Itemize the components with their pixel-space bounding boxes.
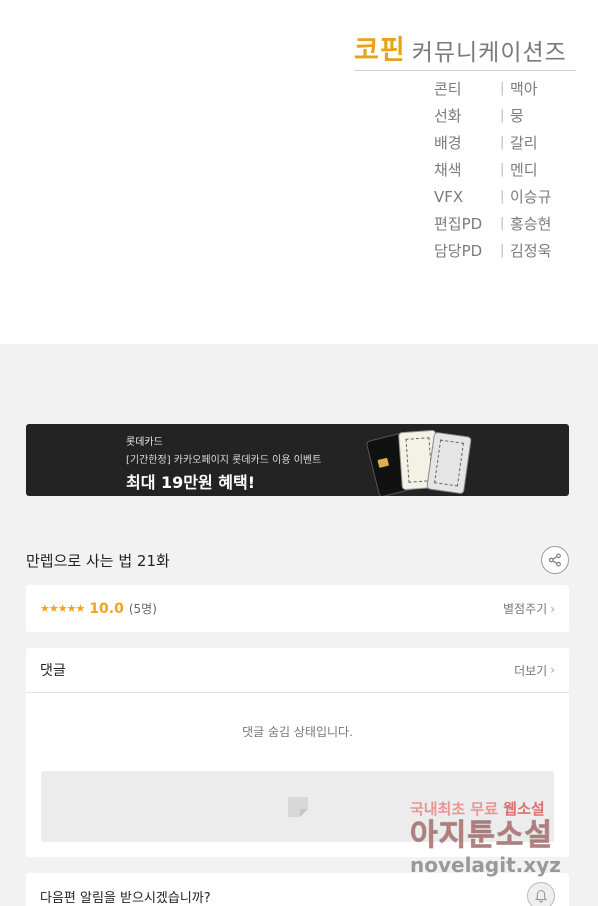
star-rating-icon: ★★★★★: [40, 602, 85, 615]
studio-brand: 코핀: [354, 35, 406, 66]
bell-icon: [534, 889, 548, 903]
episode-title: 만렙으로 사는 법 21화: [26, 551, 170, 570]
credit-role: VFX: [434, 187, 464, 206]
credit-row: 편집PD | 홍승현: [434, 210, 574, 237]
sketch-card-image: [426, 431, 472, 495]
chevron-right-icon: ›: [550, 601, 555, 616]
comments-header: 댓글 더보기 ›: [26, 648, 569, 693]
credit-name: 이승규: [510, 188, 552, 206]
chevron-right-icon: ›: [550, 663, 555, 677]
credit-name: 홍승현: [510, 215, 552, 233]
credit-role: 편집PD: [434, 215, 483, 233]
studio-name: 커뮤니케이션즈: [411, 40, 567, 66]
rating-card: ★★★★★ 10.0 (5명) 별점주기 ›: [26, 585, 569, 632]
credit-separator: |: [500, 216, 505, 231]
credit-role: 배경: [434, 134, 462, 152]
credit-name: 맥아: [510, 80, 538, 98]
rate-label: 별점주기: [503, 602, 548, 616]
promo-banner[interactable]: 롯데카드 [기간한정] 카카오페이지 롯데카드 이용 이벤트 최대 19만원 혜…: [26, 424, 569, 496]
rating-summary: ★★★★★ 10.0 (5명): [40, 600, 157, 617]
credit-row: 콘티 | 맥아: [434, 75, 574, 102]
credit-row: 배경 | 갈리: [434, 129, 574, 156]
credit-separator: |: [500, 135, 505, 150]
credit-name: 김정욱: [510, 242, 552, 260]
more-label: 더보기: [514, 663, 548, 678]
credit-separator: |: [500, 108, 505, 123]
credit-name: 뭉: [510, 107, 524, 125]
comments-more-button[interactable]: 더보기 ›: [514, 662, 555, 679]
banner-brand: 롯데카드: [126, 437, 163, 448]
notify-question: 다음편 알림을 받으시겠습니까?: [40, 891, 211, 906]
credit-role: 선화: [434, 107, 462, 125]
credits-panel: 코핀 커뮤니케이션즈 콘티 | 맥아 선화 | 뭉 배경 | 갈리 채색 | 멘…: [0, 0, 598, 344]
episode-header: 만렙으로 사는 법 21화: [26, 544, 569, 576]
credit-separator: |: [500, 243, 505, 258]
rate-button[interactable]: 별점주기 ›: [503, 600, 555, 617]
credit-separator: |: [500, 162, 505, 177]
comments-hidden-message: 댓글 숨김 상태입니다.: [242, 725, 353, 739]
credit-separator: |: [500, 81, 505, 96]
credit-role: 콘티: [434, 80, 462, 98]
comment-placeholder-icon: [287, 796, 308, 817]
credit-role: 채색: [434, 161, 462, 179]
comments-card: 댓글 더보기 › 댓글 숨김 상태입니다.: [26, 648, 569, 857]
share-button[interactable]: [541, 546, 569, 574]
comments-title: 댓글: [40, 663, 66, 679]
studio-underline: [354, 70, 576, 71]
notify-toggle-button[interactable]: [527, 882, 555, 906]
credit-row: VFX | 이승규: [434, 183, 574, 210]
banner-subtitle: [기간한정] 카카오페이지 롯데카드 이용 이벤트: [126, 455, 322, 466]
credit-row: 담당PD | 김정욱: [434, 237, 574, 264]
share-icon: [548, 553, 561, 567]
credit-row: 채색 | 멘디: [434, 156, 574, 183]
studio-logo: 코핀 커뮤니케이션즈: [354, 28, 576, 71]
next-episode-notification: 다음편 알림을 받으시겠습니까?: [26, 873, 569, 906]
credit-list: 콘티 | 맥아 선화 | 뭉 배경 | 갈리 채색 | 멘디 VFX | 이승규…: [434, 75, 574, 264]
credit-separator: |: [500, 189, 505, 204]
comment-input-area[interactable]: [41, 771, 554, 842]
credit-cards-illustration: [364, 428, 484, 496]
rating-score: 10.0: [89, 600, 124, 617]
banner-headline: 최대 19만원 혜택!: [126, 473, 256, 492]
rating-count: (5명): [128, 602, 157, 616]
credit-role: 담당PD: [434, 242, 483, 260]
credit-name: 멘디: [510, 161, 538, 179]
banner-text: 롯데카드 [기간한정] 카카오페이지 롯데카드 이용 이벤트 최대 19만원 혜…: [126, 433, 321, 493]
credit-name: 갈리: [510, 134, 538, 152]
credit-row: 선화 | 뭉: [434, 102, 574, 129]
